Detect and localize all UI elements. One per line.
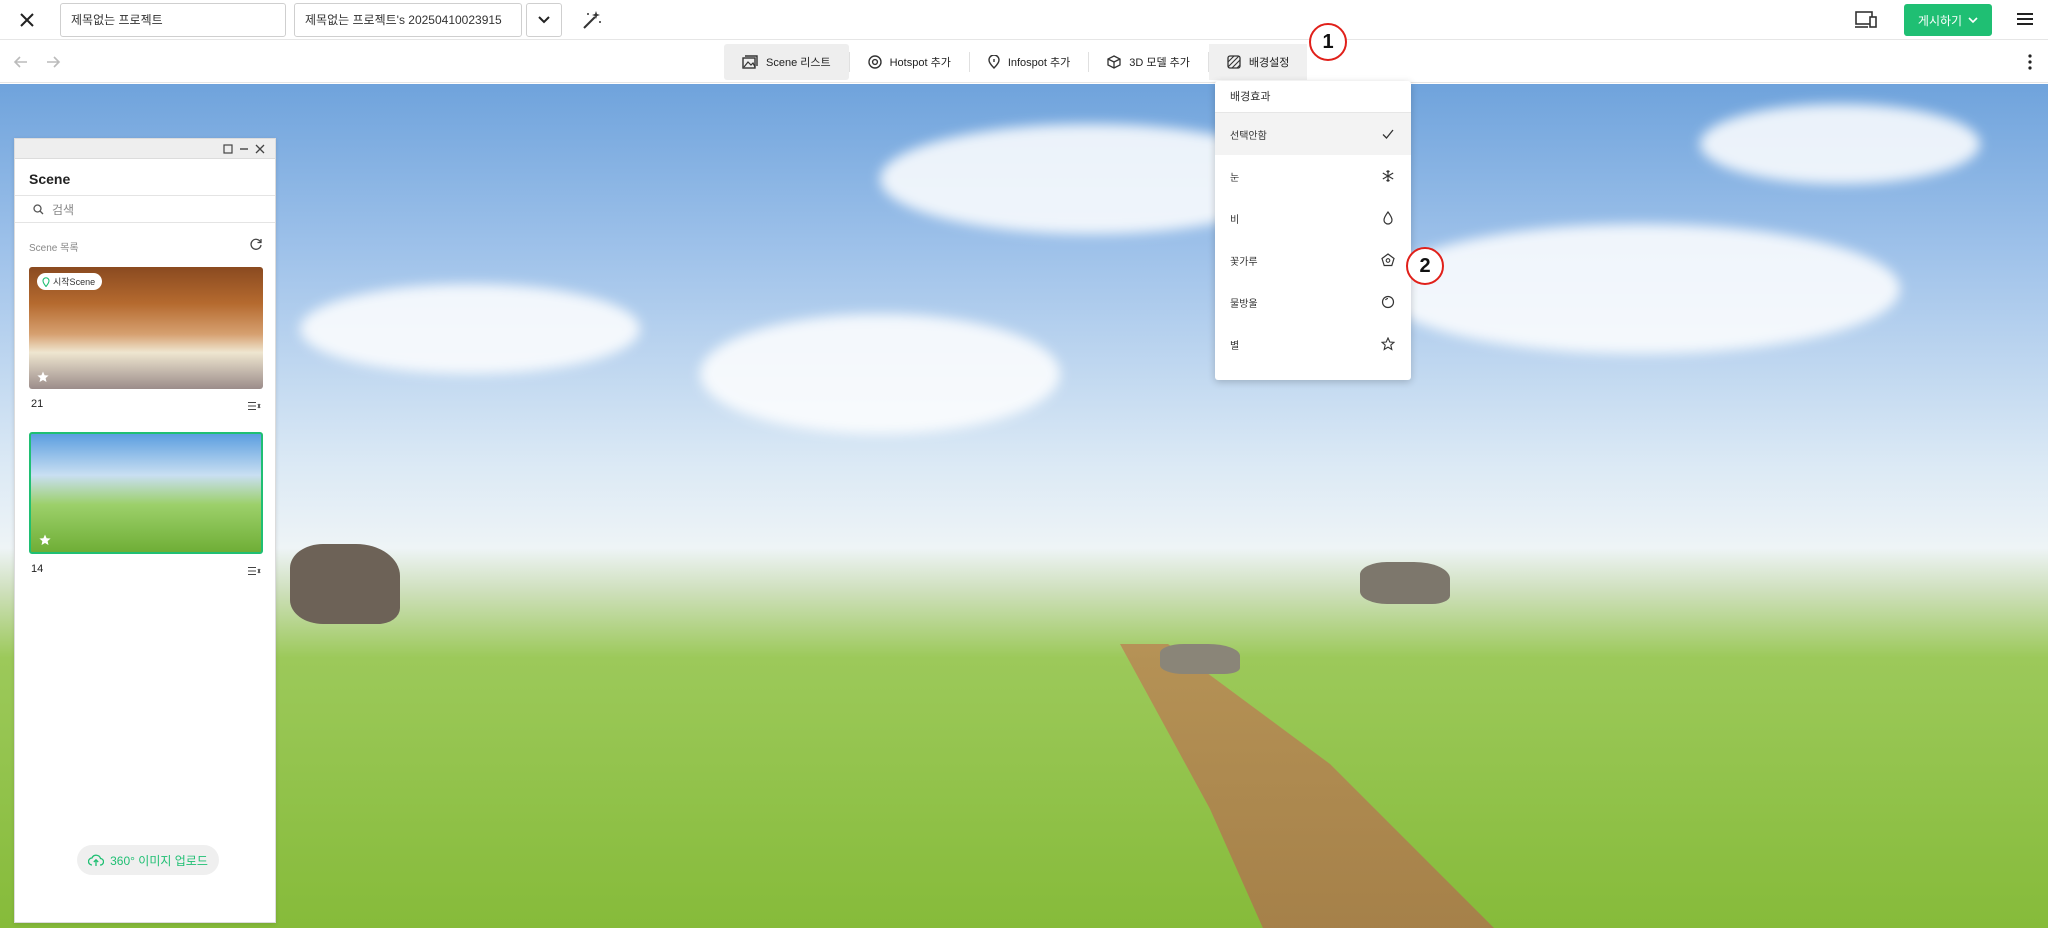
droplet-icon	[1383, 211, 1393, 225]
panorama-viewport[interactable]	[0, 84, 2048, 928]
version-name-input[interactable]: 제목없는 프로젝트's 20250410023915	[294, 3, 522, 37]
chevron-down-icon	[538, 16, 550, 24]
scene-search-input[interactable]: 검색	[15, 195, 275, 223]
option-label: 물방울	[1230, 298, 1258, 310]
star-icon[interactable]	[37, 371, 49, 383]
publish-button[interactable]: 게시하기	[1904, 4, 1992, 36]
scene-thumbnail-selected[interactable]	[29, 432, 263, 554]
menu-icon[interactable]	[2016, 11, 2034, 27]
effect-option-snow[interactable]: 눈	[1215, 155, 1411, 197]
tab-background[interactable]: 배경설정	[1208, 44, 1308, 80]
infospot-icon	[988, 55, 1000, 69]
scene-list-icon	[742, 55, 758, 69]
cloud	[700, 314, 1060, 434]
back-arrow-icon[interactable]	[12, 53, 30, 71]
tab-label: Infospot 추가	[1007, 57, 1071, 69]
pentagon-flower-icon	[1381, 253, 1395, 267]
effect-option-bubble[interactable]: 물방울	[1215, 281, 1411, 323]
hotspot-icon	[867, 55, 882, 69]
tab-infospot[interactable]: Infospot 추가	[970, 44, 1088, 80]
tab-hotspot[interactable]: Hotspot 추가	[850, 44, 969, 80]
cloud	[1380, 224, 1900, 354]
upload-label: 360° 이미지 업로드	[110, 853, 208, 868]
scene-thumbnail[interactable]: 시작Scene	[29, 267, 263, 389]
star-icon	[1381, 337, 1395, 351]
scene-panel: Scene 검색 Scene 목록 시작Scene 21 14 360° 이미지…	[14, 138, 276, 923]
option-label: 별	[1230, 340, 1240, 352]
tab-scene-list[interactable]: Scene 리스트	[724, 44, 849, 80]
menu-header: 배경효과	[1215, 81, 1411, 113]
star-icon[interactable]	[39, 534, 51, 546]
snowflake-icon	[1382, 170, 1394, 182]
bubble-icon	[1381, 295, 1395, 309]
effect-option-rain[interactable]: 비	[1215, 197, 1411, 239]
start-badge-label: 시작Scene	[53, 277, 96, 287]
tab-label: 배경설정	[1248, 57, 1290, 69]
background-effect-menu: 배경효과 선택안함 눈 비 꽃가루 물방울 별	[1215, 81, 1411, 380]
tab-3d-model[interactable]: 3D 모델 추가	[1089, 44, 1208, 80]
minimize-icon[interactable]	[237, 142, 251, 156]
device-preview-icon[interactable]	[1854, 10, 1878, 30]
effect-option-pollen[interactable]: 꽃가루	[1215, 239, 1411, 281]
refresh-icon[interactable]	[249, 237, 263, 251]
list-menu-icon[interactable]	[247, 566, 261, 576]
cube-icon	[1107, 55, 1121, 69]
scene-number: 21	[31, 398, 44, 410]
tab-label: Scene 리스트	[766, 57, 831, 69]
top-bar: 제목없는 프로젝트 제목없는 프로젝트's 20250410023915 게시하…	[0, 0, 2048, 40]
dirt-path	[1120, 644, 1510, 928]
forward-arrow-icon[interactable]	[44, 53, 62, 71]
annotation-marker-2: 2	[1406, 247, 1444, 285]
magic-wand-icon[interactable]	[580, 8, 604, 32]
close-icon[interactable]	[16, 9, 38, 31]
check-icon	[1382, 129, 1394, 139]
project-name-input[interactable]: 제목없는 프로젝트	[60, 3, 286, 37]
panel-title: Scene	[29, 171, 71, 187]
option-label: 눈	[1230, 172, 1240, 184]
editor-toolbar: Scene 리스트 Hotspot 추가 Infospot 추가 3D 모델 추…	[0, 41, 2048, 83]
scene-number: 14	[31, 563, 44, 575]
publish-label: 게시하기	[1917, 13, 1963, 28]
search-placeholder: 검색	[52, 202, 75, 217]
upload-360-image-button[interactable]: 360° 이미지 업로드	[77, 845, 219, 875]
tab-label: Hotspot 추가	[889, 57, 951, 69]
rock	[1360, 562, 1450, 604]
version-dropdown-button[interactable]	[526, 3, 562, 37]
effect-option-star[interactable]: 별	[1215, 323, 1411, 365]
cloud	[300, 284, 640, 374]
cloud	[1700, 104, 1980, 184]
cloud-upload-icon	[88, 854, 105, 866]
search-icon	[33, 203, 44, 214]
close-icon[interactable]	[253, 142, 267, 156]
maximize-icon[interactable]	[221, 142, 235, 156]
scene-list-label: Scene 목록	[29, 243, 79, 254]
start-scene-badge: 시작Scene	[37, 273, 103, 290]
chevron-down-icon	[1968, 17, 1978, 23]
more-options-icon[interactable]	[2022, 53, 2038, 71]
toolbar-tabs: Scene 리스트 Hotspot 추가 Infospot 추가 3D 모델 추…	[724, 44, 1308, 80]
panel-titlebar	[15, 139, 275, 159]
tree-stump	[290, 544, 400, 624]
location-pin-icon	[42, 276, 50, 287]
option-label: 비	[1230, 214, 1240, 226]
option-label: 선택안함	[1230, 130, 1267, 142]
annotation-marker-1: 1	[1309, 23, 1347, 61]
list-menu-icon[interactable]	[247, 401, 261, 411]
effect-option-none[interactable]: 선택안함	[1215, 113, 1411, 155]
background-icon	[1227, 55, 1241, 69]
rock	[1160, 644, 1240, 674]
tab-label: 3D 모델 추가	[1129, 57, 1190, 69]
option-label: 꽃가루	[1230, 256, 1258, 268]
